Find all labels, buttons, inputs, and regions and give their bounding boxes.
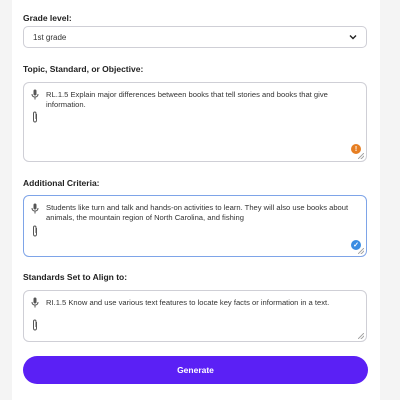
grade-level-value: 1st grade bbox=[33, 32, 67, 42]
grade-level-label: Grade level: bbox=[23, 13, 72, 23]
paperclip-icon[interactable] bbox=[31, 319, 39, 331]
standards-textarea[interactable]: RI.1.5 Know and use various text feature… bbox=[23, 290, 367, 342]
paperclip-icon[interactable] bbox=[31, 225, 39, 237]
microphone-icon[interactable] bbox=[31, 203, 39, 214]
chevron-down-icon bbox=[349, 34, 357, 40]
generate-button[interactable]: Generate bbox=[23, 356, 368, 384]
criteria-text: Students like turn and talk and hands-on… bbox=[46, 203, 349, 222]
resize-handle[interactable] bbox=[358, 153, 364, 159]
topic-text: RL.1.5 Explain major differences between… bbox=[46, 90, 328, 109]
resize-handle[interactable] bbox=[358, 248, 364, 254]
standards-text: RI.1.5 Know and use various text feature… bbox=[46, 298, 330, 307]
paperclip-icon[interactable] bbox=[31, 111, 39, 123]
topic-label: Topic, Standard, or Objective: bbox=[23, 64, 144, 74]
topic-textarea[interactable]: RL.1.5 Explain major differences between… bbox=[23, 82, 367, 162]
microphone-icon[interactable] bbox=[31, 297, 39, 308]
grade-level-select[interactable]: 1st grade bbox=[23, 26, 367, 48]
criteria-textarea[interactable]: Students like turn and talk and hands-on… bbox=[23, 195, 367, 257]
standards-label: Standards Set to Align to: bbox=[23, 272, 128, 282]
microphone-icon[interactable] bbox=[31, 89, 39, 100]
resize-handle[interactable] bbox=[358, 333, 364, 339]
criteria-label: Additional Criteria: bbox=[23, 178, 100, 188]
